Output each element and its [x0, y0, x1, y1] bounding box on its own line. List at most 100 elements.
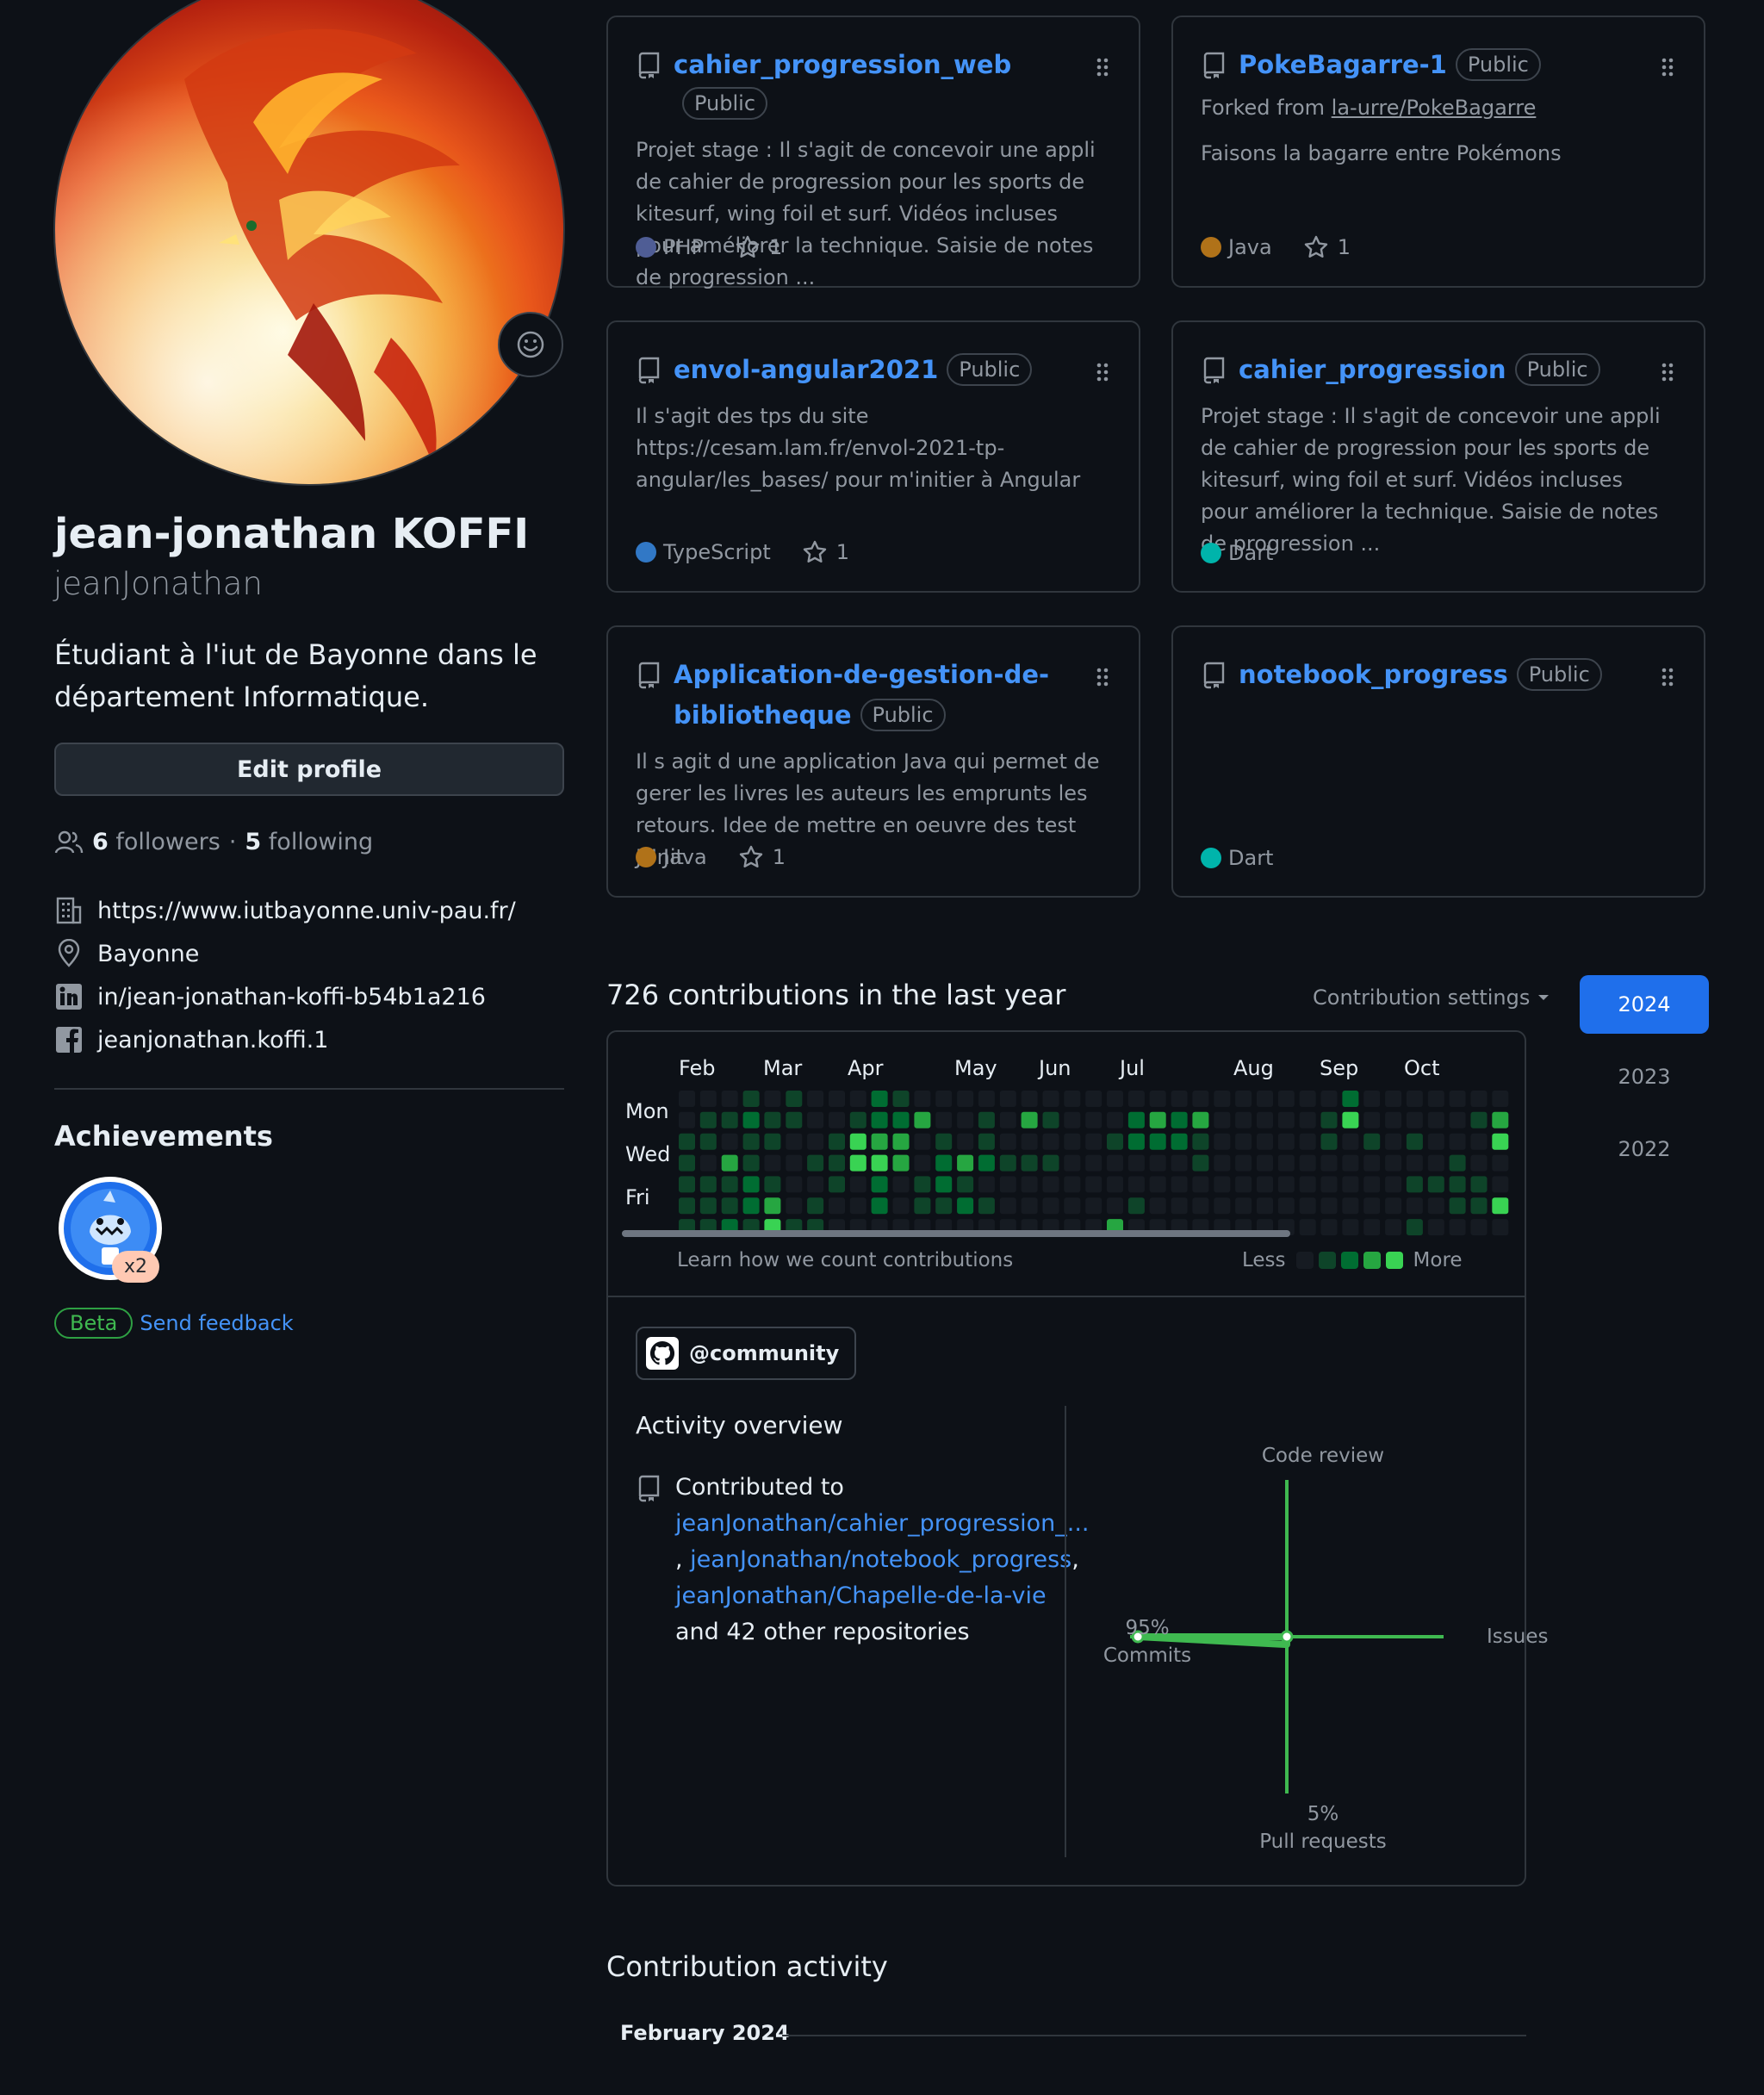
contribution-day-cell[interactable] — [1299, 1111, 1316, 1128]
contribution-day-cell[interactable] — [935, 1111, 953, 1128]
contributed-repo-link[interactable]: jeanJonathan/notebook_progress — [690, 1546, 1071, 1573]
contribution-day-cell[interactable] — [1257, 1154, 1273, 1172]
repo-stars-link[interactable]: 1 — [738, 844, 786, 870]
contribution-day-cell[interactable] — [1449, 1197, 1466, 1215]
contribution-day-cell[interactable] — [1171, 1197, 1188, 1215]
contribution-day-cell[interactable] — [1320, 1154, 1338, 1172]
contribution-day-cell[interactable] — [1363, 1154, 1381, 1172]
contribution-day-cell[interactable] — [829, 1176, 845, 1193]
contribution-day-cell[interactable] — [699, 1133, 717, 1150]
contribution-day-cell[interactable] — [871, 1091, 888, 1107]
contribution-day-cell[interactable] — [1363, 1197, 1381, 1215]
contribution-day-cell[interactable] — [1299, 1219, 1316, 1236]
contribution-day-cell[interactable] — [1385, 1154, 1402, 1172]
fork-source-link[interactable]: la-urre/PokeBagarre — [1332, 96, 1537, 120]
contribution-day-cell[interactable] — [721, 1111, 738, 1128]
contribution-day-cell[interactable] — [957, 1197, 974, 1215]
repo-stars-link[interactable]: 1 — [802, 539, 849, 565]
contribution-day-cell[interactable] — [914, 1111, 931, 1128]
contribution-day-cell[interactable] — [935, 1176, 953, 1193]
contribution-day-cell[interactable] — [914, 1176, 931, 1193]
contribution-day-cell[interactable] — [1042, 1176, 1059, 1193]
contribution-day-cell[interactable] — [786, 1133, 803, 1150]
contribution-day-cell[interactable] — [786, 1091, 803, 1107]
contribution-day-cell[interactable] — [1064, 1154, 1081, 1172]
contribution-day-cell[interactable] — [1192, 1154, 1209, 1172]
contribution-day-cell[interactable] — [1363, 1219, 1381, 1236]
repo-stars-link[interactable]: 1 — [735, 234, 782, 260]
contribution-day-cell[interactable] — [999, 1154, 1016, 1172]
year-link-2022[interactable]: 2022 — [1580, 1120, 1709, 1178]
contribution-day-cell[interactable] — [957, 1176, 974, 1193]
contribution-day-cell[interactable] — [1299, 1176, 1316, 1193]
horizontal-scrollbar[interactable] — [622, 1230, 1290, 1237]
contribution-day-cell[interactable] — [849, 1176, 866, 1193]
contribution-day-cell[interactable] — [721, 1091, 738, 1107]
contribution-day-cell[interactable] — [1257, 1091, 1273, 1107]
contribution-day-cell[interactable] — [1064, 1197, 1081, 1215]
contribution-day-cell[interactable] — [1299, 1154, 1316, 1172]
contribution-day-cell[interactable] — [1449, 1111, 1466, 1128]
contribution-day-cell[interactable] — [1214, 1176, 1231, 1193]
contribution-day-cell[interactable] — [1299, 1091, 1316, 1107]
contribution-day-cell[interactable] — [829, 1197, 845, 1215]
contribution-day-cell[interactable] — [764, 1176, 781, 1193]
drag-handle-icon[interactable] — [1094, 665, 1111, 689]
contribution-day-cell[interactable] — [849, 1111, 866, 1128]
following-link[interactable]: 5 following — [245, 829, 373, 855]
contribution-day-cell[interactable] — [914, 1197, 931, 1215]
contribution-day-cell[interactable] — [892, 1091, 910, 1107]
edit-profile-button[interactable]: Edit profile — [54, 743, 564, 796]
contribution-day-cell[interactable] — [786, 1111, 803, 1128]
repo-name-link[interactable]: notebook_progress — [1239, 660, 1508, 689]
website-link[interactable]: https://www.iutbayonne.univ-pau.fr/ — [97, 898, 516, 924]
contribution-day-cell[interactable] — [1406, 1111, 1423, 1128]
contribution-day-cell[interactable] — [1235, 1111, 1252, 1128]
contribution-day-cell[interactable] — [978, 1133, 995, 1150]
contribution-day-cell[interactable] — [1107, 1091, 1123, 1107]
contribution-day-cell[interactable] — [978, 1197, 995, 1215]
contribution-day-cell[interactable] — [892, 1176, 910, 1193]
contribution-day-cell[interactable] — [1470, 1091, 1488, 1107]
contribution-day-cell[interactable] — [1064, 1091, 1081, 1107]
contribution-day-cell[interactable] — [1406, 1197, 1423, 1215]
contribution-day-cell[interactable] — [957, 1154, 974, 1172]
contribution-day-cell[interactable] — [1192, 1091, 1209, 1107]
contribution-day-cell[interactable] — [1214, 1133, 1231, 1150]
contribution-day-cell[interactable] — [1085, 1176, 1102, 1193]
contribution-day-cell[interactable] — [807, 1154, 824, 1172]
set-status-button[interactable] — [498, 312, 563, 377]
contribution-day-cell[interactable] — [1042, 1197, 1059, 1215]
contributed-repo-link[interactable]: jeanJonathan/cahier_progression_... — [675, 1510, 1090, 1537]
contribution-day-cell[interactable] — [1042, 1154, 1059, 1172]
contribution-day-cell[interactable] — [999, 1133, 1016, 1150]
contribution-day-cell[interactable] — [957, 1111, 974, 1128]
year-link-2023[interactable]: 2023 — [1580, 1048, 1709, 1106]
contribution-day-cell[interactable] — [1385, 1197, 1402, 1215]
contribution-day-cell[interactable] — [1320, 1219, 1338, 1236]
contribution-day-cell[interactable] — [1127, 1197, 1145, 1215]
contribution-day-cell[interactable] — [914, 1091, 931, 1107]
followers-link[interactable]: 6 followers — [92, 829, 220, 855]
contribution-day-cell[interactable] — [1127, 1111, 1145, 1128]
contribution-day-cell[interactable] — [1470, 1133, 1488, 1150]
contribution-day-cell[interactable] — [829, 1154, 845, 1172]
contribution-day-cell[interactable] — [1277, 1197, 1295, 1215]
repo-name-link[interactable]: PokeBagarre-1 — [1239, 50, 1447, 79]
contribution-day-cell[interactable] — [1363, 1111, 1381, 1128]
contribution-day-cell[interactable] — [829, 1111, 845, 1128]
contribution-day-cell[interactable] — [699, 1154, 717, 1172]
contribution-day-cell[interactable] — [807, 1133, 824, 1150]
contribution-day-cell[interactable] — [1427, 1176, 1444, 1193]
drag-handle-icon[interactable] — [1659, 55, 1676, 79]
contribution-day-cell[interactable] — [1107, 1197, 1123, 1215]
contribution-day-cell[interactable] — [1406, 1219, 1423, 1236]
contribution-day-cell[interactable] — [1021, 1111, 1038, 1128]
contribution-day-cell[interactable] — [1363, 1176, 1381, 1193]
contribution-day-cell[interactable] — [807, 1091, 824, 1107]
contribution-day-cell[interactable] — [1107, 1133, 1123, 1150]
contribution-day-cell[interactable] — [1149, 1111, 1166, 1128]
contribution-day-cell[interactable] — [1277, 1154, 1295, 1172]
contribution-day-cell[interactable] — [978, 1091, 995, 1107]
contribution-day-cell[interactable] — [1257, 1176, 1273, 1193]
